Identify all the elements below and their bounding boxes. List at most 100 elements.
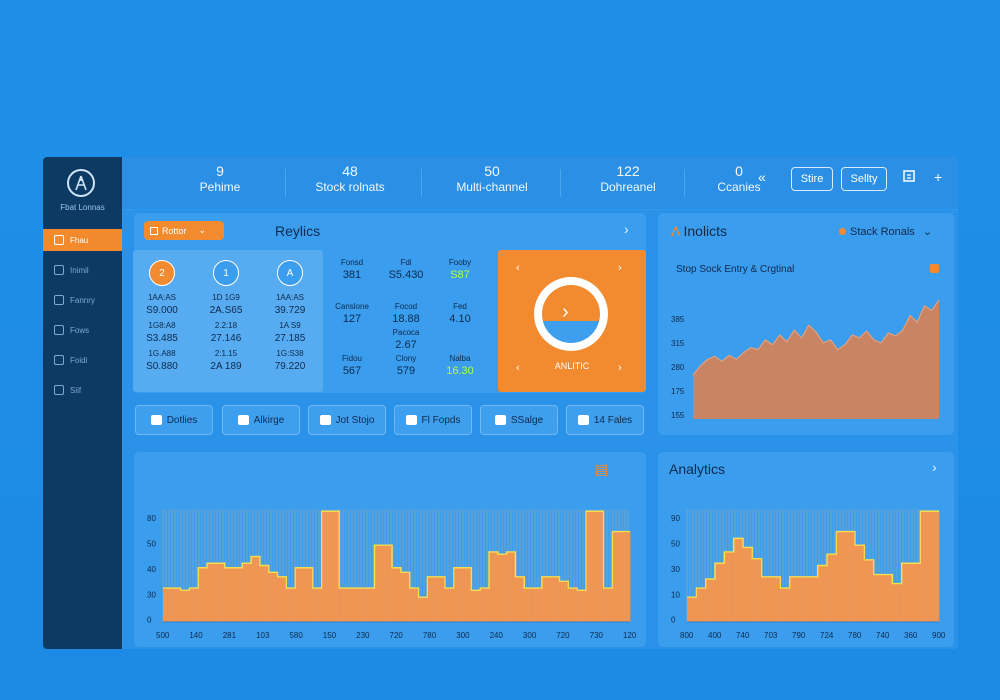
metric-label: Pacoca — [392, 328, 420, 337]
mini-column: 1 1D 1G9 2A.S65 2.2:18 27.146 2:1.15 2A 189 — [201, 260, 251, 376]
metric-cell: Canslone 127 — [325, 302, 379, 325]
bar — [453, 567, 463, 622]
metric-label: Fed — [453, 302, 467, 311]
bar-chart-icon[interactable]: ▤ — [595, 461, 608, 477]
metric-label: Focod — [394, 302, 418, 311]
plus-icon[interactable]: + — [934, 169, 942, 185]
x-tick-label: 800 — [680, 631, 694, 640]
mini-value: 1AA:AS — [147, 293, 176, 302]
toolbar-button[interactable]: 14 Fales — [566, 405, 644, 435]
x-tick-label: 730 — [590, 631, 604, 640]
replics-title: Reylics — [275, 223, 321, 239]
stat-item: 0 Ccanies — [679, 163, 799, 194]
y-tick-label: 155 — [671, 411, 685, 420]
y-tick-label: 50 — [671, 539, 680, 548]
x-tick-label: 400 — [708, 631, 722, 640]
bar — [198, 567, 208, 622]
analytic-play-card[interactable]: ‹ › ‹ › › ANLITIC — [498, 250, 646, 392]
bar — [577, 590, 587, 622]
bar — [568, 588, 578, 622]
mini-value: S0.880 — [146, 361, 178, 372]
sidebar-item-label: Fows — [70, 325, 90, 335]
toolbar-button[interactable]: Fl Fopds — [394, 405, 472, 435]
metric-label: Canslone — [335, 302, 369, 311]
app-logo-icon[interactable] — [67, 169, 95, 197]
bar — [286, 588, 296, 622]
x-tick-label: 720 — [390, 631, 404, 640]
sidebar-item[interactable]: Fows — [43, 319, 122, 341]
mini-value: 27.146 — [210, 333, 242, 344]
sidebar-item[interactable]: Inimil — [43, 259, 122, 281]
bar — [163, 588, 173, 622]
orange-flag-icon[interactable] — [930, 264, 939, 273]
analytics-chevron-right-icon[interactable]: › — [932, 459, 937, 475]
mini-value: 2A.S65 — [209, 305, 243, 316]
replics-filter-pill[interactable]: Rottor ⌄ — [144, 221, 224, 240]
metric-label: Fdi — [400, 258, 412, 267]
bar — [743, 547, 753, 622]
metric-circle-icon[interactable]: A — [277, 260, 303, 286]
y-tick-label: 0 — [147, 616, 152, 625]
toolbar-button[interactable]: Dotlies — [135, 405, 213, 435]
play-ring[interactable]: › — [534, 277, 608, 351]
x-tick-label: 724 — [820, 631, 834, 640]
metric-value: 18.88 — [392, 313, 420, 325]
analytics-title: Analytics — [669, 461, 726, 477]
sidebar-item[interactable]: Fannry — [43, 289, 122, 311]
bar — [471, 590, 481, 622]
document-icon[interactable] — [902, 169, 916, 186]
mini-value: S9.000 — [146, 305, 178, 316]
y-tick-label: 385 — [671, 315, 685, 324]
stire-button[interactable]: Stire — [791, 167, 833, 191]
x-tick-label: 703 — [764, 631, 778, 640]
stat-item: 9 Pehime — [160, 163, 280, 194]
toolbar-button[interactable]: SSalge — [480, 405, 558, 435]
chevron-left-icon[interactable]: ‹ — [516, 262, 520, 274]
y-tick-label: 30 — [147, 590, 156, 599]
sidebar-item[interactable]: Siif — [43, 379, 122, 401]
toolbar-button[interactable]: Alkirge — [222, 405, 300, 435]
x-tick-label: 790 — [792, 631, 806, 640]
bar — [621, 531, 631, 622]
chevron-right-icon[interactable]: › — [618, 262, 622, 274]
sidebar: Fbat Lonnas Fhau Inimil Fannry Fows Foidi Sii… — [43, 157, 122, 649]
x-tick-label: 720 — [556, 631, 570, 640]
x-tick-label: 120 — [623, 631, 637, 640]
metric-label: Nalba — [449, 354, 471, 363]
bar — [444, 588, 455, 622]
toolbar-button-label: Dotlies — [166, 414, 198, 426]
bar — [696, 588, 707, 622]
replics-chevron-right-icon[interactable]: › — [624, 221, 629, 237]
replics-mini-grid: 2 1AA:AS S9.000 1G8:A8 S3.485 1G.A88 S0.880 1 1D… — [133, 250, 323, 392]
metric-label: Fooby — [448, 258, 472, 267]
stats-bar: 9 Pehime 48 Stock rolnats 50 Multi-channel 122… — [122, 157, 958, 210]
metric-circle-icon[interactable]: 2 — [149, 260, 175, 286]
metric-circle-icon[interactable]: 1 — [213, 260, 239, 286]
tool-icon — [237, 415, 249, 425]
stat-item: 50 Multi-channel — [432, 163, 552, 194]
bar — [427, 576, 437, 622]
bar — [585, 511, 596, 622]
mini-value: 1G.A88 — [148, 349, 176, 358]
x-tick-label: 740 — [736, 631, 750, 640]
stat-label: Stock rolnats — [315, 180, 385, 194]
insights-dropdown[interactable]: Stack Ronals ⌄ — [839, 225, 932, 238]
metric-label: Fidou — [341, 354, 362, 363]
toolbar-button[interactable]: Jot Stojo — [308, 405, 386, 435]
y-tick-label: 50 — [147, 539, 156, 548]
sidebar-item[interactable]: Foidi — [43, 349, 122, 371]
insights-dropdown-label: Stack Ronals — [850, 225, 915, 238]
mini-value: 1A S9 — [279, 321, 301, 330]
dashboard-window: Fbat Lonnas Fhau Inimil Fannry Fows Foidi Sii… — [43, 157, 958, 649]
circle-glyph: 1 — [223, 267, 229, 279]
stat-value: 0 — [735, 163, 743, 179]
bar — [864, 559, 875, 622]
sellty-button[interactable]: Sellty — [841, 167, 887, 191]
sidebar-item[interactable]: Fhau — [43, 229, 122, 251]
metric-cell: Fooby S87 — [433, 258, 487, 281]
insights-area-chart: 385 315 280 175 155 — [671, 299, 940, 420]
back-chevron-icon[interactable]: « — [758, 169, 766, 185]
bar — [436, 576, 446, 622]
bar — [827, 554, 837, 622]
x-tick-label: 150 — [323, 631, 337, 640]
